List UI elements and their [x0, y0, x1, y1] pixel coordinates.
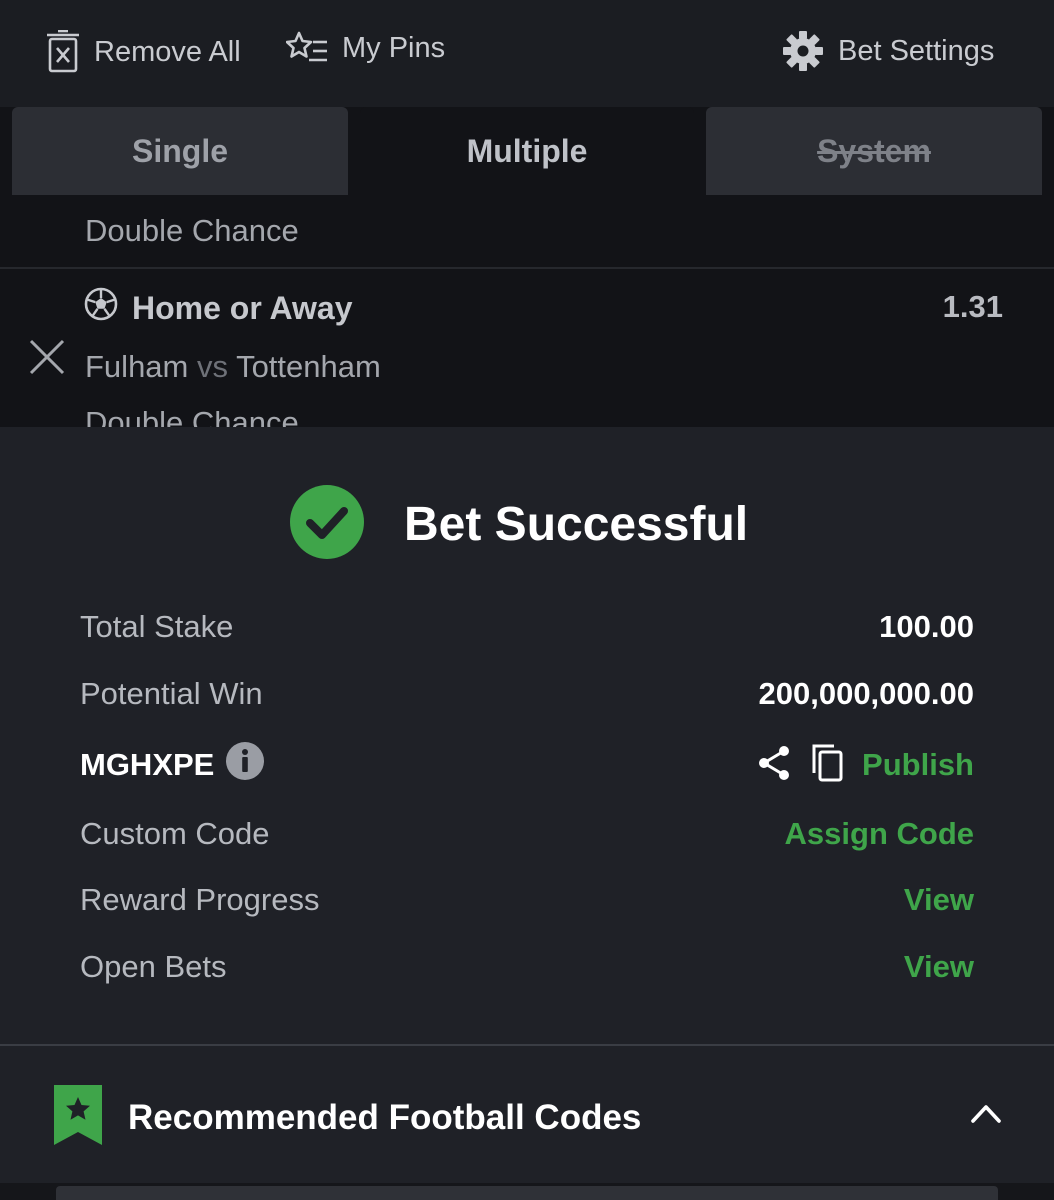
- reward-progress-label: Reward Progress: [80, 882, 320, 917]
- pin-star-icon: [286, 30, 328, 66]
- share-icon[interactable]: [756, 745, 792, 786]
- assign-code-button[interactable]: Assign Code: [785, 816, 974, 852]
- custom-code-row: Custom Code Assign Code: [80, 812, 974, 856]
- remove-selection-button[interactable]: [28, 338, 66, 381]
- open-bets-view-link[interactable]: View: [904, 949, 974, 985]
- copy-icon[interactable]: [810, 743, 844, 788]
- home-team: Fulham: [85, 349, 189, 384]
- selection-odds: 1.31: [942, 289, 1003, 324]
- my-pins-label: My Pins: [342, 31, 446, 64]
- selection-market: Double Chance: [85, 405, 299, 427]
- close-icon: [28, 339, 66, 380]
- gear-icon: [782, 30, 824, 72]
- tab-single[interactable]: Single: [12, 107, 348, 195]
- recommended-code-card[interactable]: [56, 1186, 998, 1200]
- away-team: Tottenham: [236, 349, 381, 384]
- potential-win-row: Potential Win 200,000,000.00: [80, 672, 974, 716]
- total-stake-label: Total Stake: [80, 609, 234, 644]
- booking-code: MGHXPE: [80, 742, 265, 788]
- recommended-header[interactable]: Recommended Football Codes: [54, 1085, 641, 1150]
- reward-view-link[interactable]: View: [904, 882, 974, 918]
- custom-code-label: Custom Code: [80, 816, 270, 851]
- vs-label: vs: [197, 349, 228, 384]
- bet-settings-label: Bet Settings: [838, 34, 995, 67]
- football-icon: [84, 287, 118, 329]
- open-bets-row: Open Bets View: [80, 945, 974, 989]
- trash-icon: [46, 30, 80, 74]
- remove-all-label: Remove All: [94, 35, 241, 68]
- selection-pick-label: Home or Away: [132, 289, 353, 326]
- remove-all-button[interactable]: Remove All: [46, 30, 241, 74]
- success-header: Bet Successful: [290, 485, 748, 564]
- potential-win-value: 200,000,000.00: [758, 676, 975, 711]
- success-title: Bet Successful: [404, 498, 749, 551]
- total-stake-value: 100.00: [879, 609, 974, 644]
- match-teams: Fulham vs Tottenham: [85, 349, 381, 385]
- info-icon[interactable]: [226, 742, 265, 788]
- publish-button[interactable]: Publish: [862, 747, 974, 783]
- check-circle-icon: [290, 485, 364, 564]
- potential-win-label: Potential Win: [80, 676, 263, 711]
- booking-code-value: MGHXPE: [80, 747, 215, 782]
- my-pins-button[interactable]: My Pins: [286, 30, 445, 66]
- section-divider: [0, 1044, 1054, 1046]
- bet-settings-button[interactable]: Bet Settings: [782, 30, 994, 72]
- bet-selection-list: Double Chance Home or Away 1.31 Fulham v…: [0, 195, 1054, 427]
- recommended-title: Recommended Football Codes: [128, 1097, 642, 1137]
- betslip-toolbar: Remove All My Pins Bet Settings: [0, 0, 1054, 107]
- selection-pick: Home or Away: [84, 287, 353, 329]
- reward-progress-row: Reward Progress View: [80, 878, 974, 922]
- booking-code-row: MGHXPE Publish: [80, 742, 974, 788]
- code-actions: Publish: [756, 743, 974, 788]
- bet-success-panel: Bet Successful Total Stake 100.00 Potent…: [0, 427, 1054, 1200]
- row-divider: [0, 267, 1054, 269]
- tab-multiple[interactable]: Multiple: [360, 107, 694, 195]
- selection-market: Double Chance: [85, 213, 299, 248]
- chevron-up-icon[interactable]: [970, 1102, 1002, 1129]
- bookmark-star-icon: [54, 1085, 102, 1150]
- tab-system[interactable]: System: [706, 107, 1042, 195]
- total-stake-row: Total Stake 100.00: [80, 605, 974, 649]
- open-bets-label: Open Bets: [80, 949, 227, 984]
- bet-type-tabs: Single Multiple System: [0, 107, 1054, 195]
